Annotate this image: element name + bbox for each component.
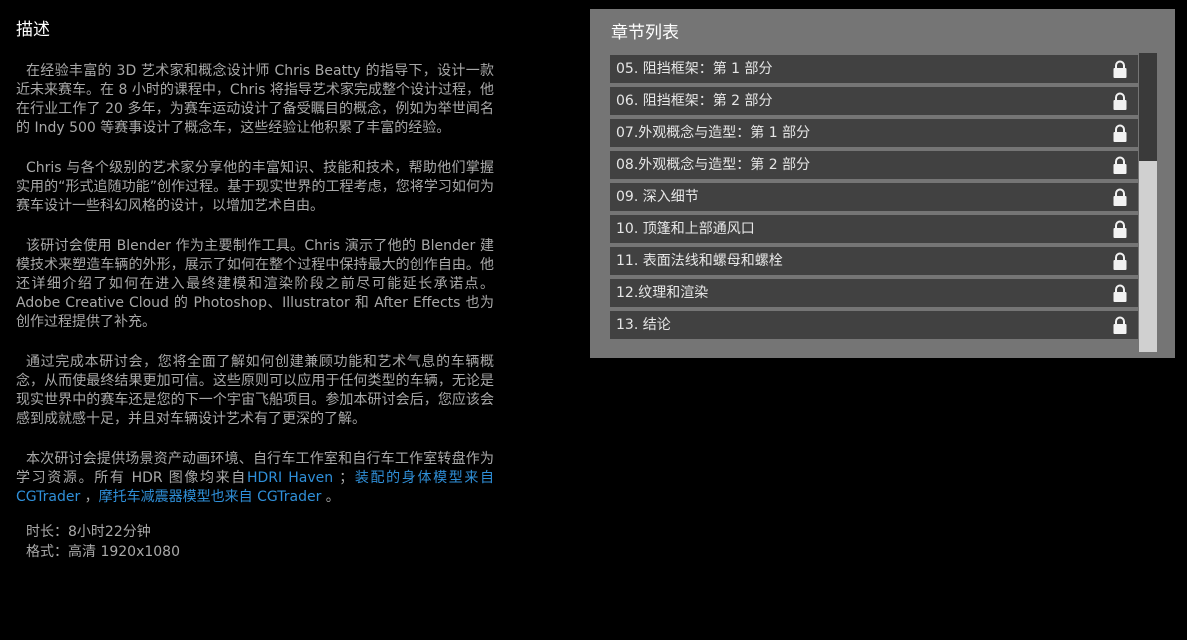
chapter-item[interactable]: 09. 深入细节: [610, 183, 1138, 211]
lock-icon: [1113, 188, 1127, 206]
chapter-list-panel: 章节列表 05. 阻挡框架：第 1 部分 06. 阻挡框架：第 2 部分 07.…: [590, 9, 1175, 358]
chapter-item[interactable]: 06. 阻挡框架：第 2 部分: [610, 87, 1138, 115]
description-paragraph-3: 该研讨会使用 Blender 作为主要制作工具。Chris 演示了他的 Blen…: [16, 238, 494, 330]
chapter-label: 12.纹理和渲染: [616, 285, 709, 301]
course-meta: 时长：8小时22分钟 格式：高清 1920x1080: [16, 522, 494, 562]
chapter-list-scrollbar[interactable]: [1139, 53, 1157, 352]
chapter-item[interactable]: 08.外观概念与造型：第 2 部分: [610, 151, 1138, 179]
chapter-label: 11. 表面法线和螺母和螺栓: [616, 253, 783, 269]
resources-end: 。: [321, 489, 340, 505]
description-paragraph-2: Chris 与各个级别的艺术家分享他的丰富知识、技能和技术，帮助他们掌握实用的“…: [16, 160, 494, 214]
description-title: 描述: [16, 20, 50, 40]
chapter-label: 13. 结论: [616, 317, 671, 333]
hdri-haven-link[interactable]: HDRI Haven: [247, 470, 333, 486]
lock-icon: [1113, 156, 1127, 174]
lock-icon: [1113, 316, 1127, 334]
lock-icon: [1113, 252, 1127, 270]
chapter-item[interactable]: 10. 顶篷和上部通风口: [610, 215, 1138, 243]
resources-separator-2: ，: [80, 489, 99, 505]
motorcycle-shock-link[interactable]: 摩托车减震器模型也来自 CGTrader: [99, 489, 322, 505]
duration-text: 时长：8小时22分钟: [26, 524, 151, 540]
chapter-label: 08.外观概念与造型：第 2 部分: [616, 157, 811, 173]
chapter-label: 06. 阻挡框架：第 2 部分: [616, 93, 773, 109]
lock-icon: [1113, 124, 1127, 142]
lock-icon: [1113, 284, 1127, 302]
resources-paragraph: 本次研讨会提供场景资产动画环境、自行车工作室和自行车工作室转盘作为学习资源。所有…: [16, 450, 494, 507]
chapter-label: 09. 深入细节: [616, 189, 699, 205]
description-paragraph-4: 通过完成本研讨会，您将全面了解如何创建兼顾功能和艺术气息的车辆概念，从而使最终结…: [16, 354, 494, 427]
resources-separator-1: ；: [333, 470, 354, 486]
chapter-item[interactable]: 07.外观概念与造型：第 1 部分: [610, 119, 1138, 147]
chapter-item[interactable]: 12.纹理和渲染: [610, 279, 1138, 307]
lock-icon: [1113, 92, 1127, 110]
description-paragraph-1: 在经验丰富的 3D 艺术家和概念设计师 Chris Beatty 的指导下，设计…: [16, 63, 494, 136]
chapter-item[interactable]: 05. 阻挡框架：第 1 部分: [610, 55, 1138, 83]
lock-icon: [1113, 60, 1127, 78]
chapter-label: 07.外观概念与造型：第 1 部分: [616, 125, 811, 141]
lock-icon: [1113, 220, 1127, 238]
chapter-item[interactable]: 11. 表面法线和螺母和螺栓: [610, 247, 1138, 275]
description-section: 描述 在经验丰富的 3D 艺术家和概念设计师 Chris Beatty 的指导下…: [16, 18, 494, 562]
chapter-list: 05. 阻挡框架：第 1 部分 06. 阻挡框架：第 2 部分 07.外观概念与…: [610, 55, 1138, 343]
chapter-label: 10. 顶篷和上部通风口: [616, 221, 755, 237]
chapter-label: 05. 阻挡框架：第 1 部分: [616, 61, 773, 77]
scrollbar-thumb[interactable]: [1139, 53, 1157, 161]
chapter-item[interactable]: 13. 结论: [610, 311, 1138, 339]
chapter-list-title: 章节列表: [611, 23, 679, 43]
format-text: 格式：高清 1920x1080: [26, 544, 180, 560]
